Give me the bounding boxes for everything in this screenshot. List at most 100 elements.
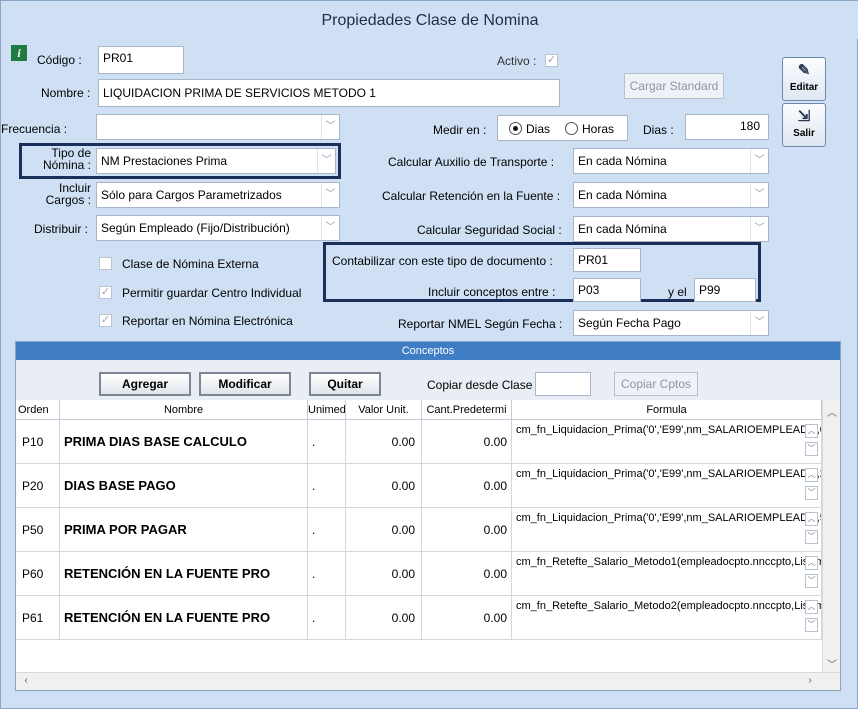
table-row[interactable]: P50 PRIMA POR PAGAR. 0.00 0.00 cm_fn_Liquida… bbox=[16, 508, 822, 552]
table-row[interactable]: P10 PRIMA DIAS BASE CALCULO. 0.00 0.00 cm_fn… bbox=[16, 420, 822, 464]
formula-scroll-up-icon[interactable]: ︿ bbox=[805, 600, 818, 614]
nombre-input[interactable]: LIQUIDACION PRIMA DE SERVICIOS METODO 1 bbox=[98, 79, 560, 107]
modificar-button[interactable]: Modificar bbox=[199, 372, 291, 396]
formula-scroll-down-icon[interactable]: ﹀ bbox=[805, 530, 818, 544]
cell-cant: 0.00 bbox=[422, 508, 512, 552]
dias-input[interactable]: 180 bbox=[685, 114, 769, 140]
seguridad-select[interactable]: En cada Nómina ﹀ bbox=[573, 216, 769, 242]
conceptos-section: Conceptos Agregar Modificar Quitar Copia… bbox=[15, 341, 841, 691]
table-row[interactable]: P61 RETENCIÓN EN LA FUENTE PRO. 0.00 0.00 cm… bbox=[16, 596, 822, 640]
col-unimed[interactable]: Unimed bbox=[308, 400, 346, 420]
radio-horas-label: Horas bbox=[582, 122, 615, 136]
cell-orden: P20 bbox=[16, 464, 60, 508]
salir-button[interactable]: ⇲ Salir bbox=[782, 103, 826, 147]
activo-label: Activo : bbox=[497, 54, 537, 68]
col-orden[interactable]: Orden bbox=[16, 400, 60, 420]
quitar-button[interactable]: Quitar bbox=[309, 372, 381, 396]
tipo-nomina-select[interactable]: NM Prestaciones Prima ﹀ bbox=[96, 148, 336, 174]
incluir-cargos-select[interactable]: Sólo para Cargos Parametrizados ﹀ bbox=[96, 182, 340, 208]
cell-formula: cm_fn_Liquidacion_Prima('0','E99',nm_SAL… bbox=[512, 508, 822, 552]
centro-label: Permitir guardar Centro Individual bbox=[122, 286, 302, 300]
table-row[interactable]: P20 DIAS BASE PAGO. 0.00 0.00 cm_fn_Liquidac… bbox=[16, 464, 822, 508]
copiar-cptos-button[interactable]: Copiar Cptos bbox=[614, 372, 698, 396]
contabilizar-input[interactable]: PR01 bbox=[573, 248, 641, 272]
cell-valor: 0.00 bbox=[346, 552, 422, 596]
editar-button[interactable]: ✎ Editar bbox=[782, 57, 826, 101]
table-row[interactable]: P60 RETENCIÓN EN LA FUENTE PRO. 0.00 0.00 cm… bbox=[16, 552, 822, 596]
cell-cant: 0.00 bbox=[422, 552, 512, 596]
cell-unimed: . bbox=[308, 552, 346, 596]
distribuir-select[interactable]: Según Empleado (Fijo/Distribución) ﹀ bbox=[96, 215, 340, 241]
incluir-label-line2: Cargos : bbox=[45, 193, 91, 207]
cell-formula: cm_fn_Liquidacion_Prima('0','E99',nm_SAL… bbox=[512, 464, 822, 508]
scroll-right-icon[interactable]: › bbox=[802, 675, 818, 686]
vertical-scrollbar[interactable]: ︿ ﹀ bbox=[822, 400, 840, 672]
frecuencia-select[interactable]: ﹀ bbox=[96, 114, 340, 140]
tipo-nomina-label: Tipo de Nómina : bbox=[31, 147, 91, 171]
cell-valor: 0.00 bbox=[346, 596, 422, 640]
scroll-left-icon[interactable]: ‹ bbox=[18, 675, 34, 686]
exit-icon: ⇲ bbox=[797, 108, 811, 125]
radio-dias[interactable] bbox=[509, 122, 522, 135]
formula-scroll-down-icon[interactable]: ﹀ bbox=[805, 618, 818, 632]
seguridad-label: Calcular Seguridad Social : bbox=[417, 223, 562, 237]
cell-nombre: RETENCIÓN EN LA FUENTE PRO bbox=[60, 596, 308, 640]
cargar-standard-button[interactable]: Cargar Standard bbox=[624, 73, 724, 99]
col-formula[interactable]: Formula bbox=[512, 400, 822, 420]
conceptos-desde-input[interactable]: P03 bbox=[573, 278, 641, 302]
electronica-checkbox[interactable]: ✓ bbox=[99, 314, 112, 327]
formula-scroll-up-icon[interactable]: ︿ bbox=[805, 556, 818, 570]
copiar-input[interactable] bbox=[535, 372, 591, 396]
agregar-button[interactable]: Agregar bbox=[99, 372, 191, 396]
retencion-label: Calcular Retención en la Fuente : bbox=[382, 189, 561, 203]
formula-scroll-up-icon[interactable]: ︿ bbox=[805, 512, 818, 526]
codigo-input[interactable]: PR01 bbox=[98, 46, 184, 74]
col-valor[interactable]: Valor Unit. bbox=[346, 400, 422, 420]
cell-cant: 0.00 bbox=[422, 464, 512, 508]
cell-formula: cm_fn_Retefte_Salario_Metodo2(empleadocp… bbox=[512, 596, 822, 640]
nmel-select[interactable]: Según Fecha Pago ﹀ bbox=[573, 310, 769, 336]
formula-scroll-down-icon[interactable]: ﹀ bbox=[805, 574, 818, 588]
retencion-select[interactable]: En cada Nómina ﹀ bbox=[573, 182, 769, 208]
cell-cant: 0.00 bbox=[422, 420, 512, 464]
chevron-down-icon: ﹀ bbox=[750, 311, 768, 335]
tipo-nomina-value: NM Prestaciones Prima bbox=[101, 154, 228, 168]
cell-orden: P50 bbox=[16, 508, 60, 552]
cell-formula: cm_fn_Retefte_Salario_Metodo1(empleadocp… bbox=[512, 552, 822, 596]
radio-horas[interactable] bbox=[565, 122, 578, 135]
chevron-down-icon: ﹀ bbox=[321, 115, 339, 139]
centro-checkbox[interactable]: ✓ bbox=[99, 286, 112, 299]
conceptos-header: Conceptos bbox=[16, 342, 840, 360]
cell-orden: P60 bbox=[16, 552, 60, 596]
cell-valor: 0.00 bbox=[346, 420, 422, 464]
cell-orden: P10 bbox=[16, 420, 60, 464]
scroll-down-icon[interactable]: ﹀ bbox=[824, 656, 840, 671]
chevron-down-icon: ﹀ bbox=[750, 217, 768, 241]
horizontal-scrollbar[interactable]: ‹ › bbox=[16, 672, 840, 690]
tipo-label-line2: Nómina : bbox=[42, 158, 91, 172]
salir-label: Salir bbox=[793, 128, 815, 139]
nmel-value: Según Fecha Pago bbox=[578, 316, 681, 330]
col-cant[interactable]: Cant.Predetermi bbox=[422, 400, 512, 420]
col-nombre[interactable]: Nombre bbox=[60, 400, 308, 420]
chevron-down-icon: ﹀ bbox=[321, 183, 339, 207]
formula-scroll-down-icon[interactable]: ﹀ bbox=[805, 486, 818, 500]
activo-checkbox[interactable]: ✓ bbox=[545, 54, 558, 67]
cell-unimed: . bbox=[308, 420, 346, 464]
auxilio-select[interactable]: En cada Nómina ﹀ bbox=[573, 148, 769, 174]
formula-scroll-up-icon[interactable]: ︿ bbox=[805, 424, 818, 438]
conceptos-grid: Orden Nombre Unimed Valor Unit. Cant.Pre… bbox=[16, 400, 840, 690]
externa-checkbox[interactable] bbox=[99, 257, 112, 270]
y-el-label: y el bbox=[668, 285, 687, 299]
cell-cant: 0.00 bbox=[422, 596, 512, 640]
cell-nombre: DIAS BASE PAGO bbox=[60, 464, 308, 508]
contabilizar-label: Contabilizar con este tipo de documento … bbox=[332, 254, 553, 268]
retencion-value: En cada Nómina bbox=[578, 188, 667, 202]
auxilio-label: Calcular Auxilio de Transporte : bbox=[388, 155, 555, 169]
conceptos-hasta-input[interactable]: P99 bbox=[694, 278, 756, 302]
scroll-up-icon[interactable]: ︿ bbox=[824, 404, 840, 419]
cell-valor: 0.00 bbox=[346, 464, 422, 508]
formula-scroll-up-icon[interactable]: ︿ bbox=[805, 468, 818, 482]
medir-label: Medir en : bbox=[433, 123, 487, 137]
formula-scroll-down-icon[interactable]: ﹀ bbox=[805, 442, 818, 456]
